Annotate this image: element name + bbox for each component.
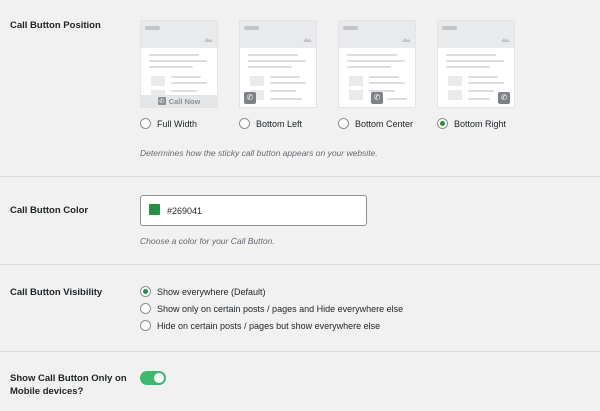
phone-icon: ✆ bbox=[244, 92, 256, 104]
position-label: Call Button Position bbox=[10, 20, 101, 31]
toggle-knob bbox=[154, 373, 164, 383]
radio-bottom-center[interactable]: Bottom Center bbox=[338, 118, 413, 129]
visibility-label: Call Button Visibility bbox=[10, 287, 103, 298]
divider bbox=[0, 176, 600, 177]
radio-show-everywhere-control[interactable] bbox=[140, 286, 151, 297]
divider bbox=[0, 264, 600, 265]
divider bbox=[0, 351, 600, 352]
image-icon bbox=[402, 38, 411, 42]
radio-show-only-certain-control[interactable] bbox=[140, 303, 151, 314]
radio-bottom-left-label: Bottom Left bbox=[256, 118, 303, 129]
position-preview-full-width[interactable]: ✆ Call Now bbox=[140, 20, 218, 108]
radio-full-width[interactable]: Full Width bbox=[140, 118, 197, 129]
radio-bottom-left[interactable]: Bottom Left bbox=[239, 118, 302, 129]
radio-bottom-left-control[interactable] bbox=[239, 118, 250, 129]
call-now-text: Call Now bbox=[168, 96, 201, 106]
position-preview-bottom-left[interactable]: ✆ bbox=[239, 20, 317, 108]
radio-bottom-right-label: Bottom Right bbox=[454, 118, 507, 129]
color-picker-field[interactable]: #269041 bbox=[140, 195, 367, 226]
phone-icon: ✆ bbox=[371, 92, 383, 104]
radio-show-everywhere[interactable]: Show everywhere (Default) bbox=[140, 286, 266, 297]
mobile-label: Show Call Button Only on Mobile devices? bbox=[10, 372, 127, 398]
image-icon bbox=[501, 38, 510, 42]
position-description: Determines how the sticky call button ap… bbox=[140, 148, 378, 158]
call-now-bar: ✆ Call Now bbox=[141, 95, 217, 107]
image-icon bbox=[303, 38, 312, 42]
position-preview-bottom-center[interactable]: ✆ bbox=[338, 20, 416, 108]
radio-bottom-right-control[interactable] bbox=[437, 118, 448, 129]
radio-show-only-certain-label: Show only on certain posts / pages and H… bbox=[157, 303, 404, 314]
mobile-label-line2: Mobile devices? bbox=[10, 386, 84, 397]
radio-show-everywhere-label: Show everywhere (Default) bbox=[157, 286, 266, 297]
radio-show-only-certain[interactable]: Show only on certain posts / pages and H… bbox=[140, 303, 403, 314]
mobile-label-line1: Show Call Button Only on bbox=[10, 373, 127, 384]
radio-hide-on-certain-control[interactable] bbox=[140, 320, 151, 331]
radio-full-width-control[interactable] bbox=[140, 118, 151, 129]
color-description: Choose a color for your Call Button. bbox=[140, 236, 275, 246]
position-preview-bottom-right[interactable]: ✆ bbox=[437, 20, 515, 108]
radio-hide-on-certain[interactable]: Hide on certain posts / pages but show e… bbox=[140, 320, 380, 331]
radio-hide-on-certain-label: Hide on certain posts / pages but show e… bbox=[157, 320, 381, 331]
radio-bottom-center-label: Bottom Center bbox=[355, 118, 414, 129]
phone-icon: ✆ bbox=[157, 97, 166, 105]
color-label: Call Button Color bbox=[10, 205, 89, 216]
radio-bottom-center-control[interactable] bbox=[338, 118, 349, 129]
color-swatch[interactable] bbox=[149, 204, 160, 215]
radio-full-width-label: Full Width bbox=[157, 118, 198, 129]
phone-icon: ✆ bbox=[498, 92, 510, 104]
image-icon bbox=[204, 38, 213, 42]
radio-bottom-right[interactable]: Bottom Right bbox=[437, 118, 506, 129]
mobile-only-toggle[interactable] bbox=[140, 371, 166, 385]
color-value: #269041 bbox=[167, 206, 203, 216]
